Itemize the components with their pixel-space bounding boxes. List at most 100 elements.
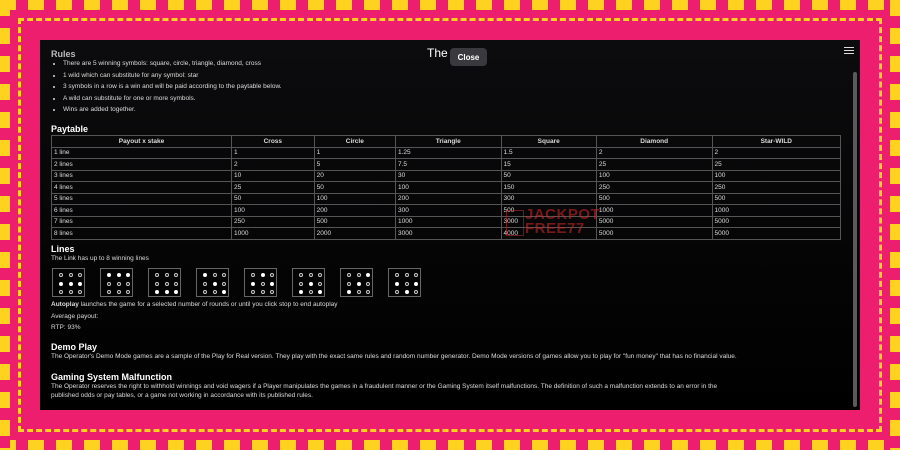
col-header: Star-WILD <box>711 135 842 148</box>
payout-cell: 25 <box>595 158 713 171</box>
paytable-row: 3 lines 10 20 30 50 100 100 <box>51 169 842 182</box>
line-dot-empty <box>251 290 255 294</box>
payout-cell: 50 <box>231 192 315 205</box>
line-dot-empty <box>270 290 274 294</box>
malfunction-heading: Gaming System Malfunction <box>51 372 173 382</box>
line-dot-filled <box>212 281 217 286</box>
line-dot-filled <box>395 281 399 286</box>
row-label: 4 lines <box>51 181 232 194</box>
line-dot-empty <box>126 290 130 294</box>
line-dot-empty <box>308 273 313 277</box>
paytable-heading: Paytable <box>51 124 89 134</box>
winning-line-pattern <box>340 268 373 297</box>
row-label: 7 lines <box>51 215 232 228</box>
line-dot-filled <box>78 281 82 286</box>
line-dot-filled <box>222 290 226 294</box>
payout-cell: 5 <box>313 158 396 171</box>
malfunction-text-line2: published odds or pay tables, or a game … <box>51 392 313 399</box>
line-dot-empty <box>59 273 63 277</box>
line-dot-empty <box>155 281 159 286</box>
rules-dialog: The Link Close Rules There are 5 winning… <box>40 40 860 410</box>
line-dot-empty <box>404 281 409 286</box>
line-dot-empty <box>59 290 63 294</box>
payout-cell: 15 <box>500 158 597 171</box>
lines-subtitle: The Link has up to 8 winning lines <box>51 255 149 262</box>
row-label: 2 lines <box>51 158 232 171</box>
paytable-row: 1 line 1 1 1.25 1.5 2 2 <box>51 146 842 159</box>
payout-cell: 7.5 <box>394 158 502 171</box>
watermark-logo: JACKPOT FREE77 <box>506 207 600 237</box>
payout-cell: 100 <box>394 181 502 194</box>
close-button[interactable]: Close <box>450 48 487 66</box>
payout-cell: 2000 <box>313 227 396 240</box>
line-dot-empty <box>116 281 121 286</box>
line-dot-empty <box>414 290 418 294</box>
line-dot-empty <box>395 273 399 277</box>
row-label: 1 line <box>51 146 232 159</box>
line-dot-empty <box>107 290 111 294</box>
line-dot-empty <box>222 273 226 277</box>
payout-cell: 1000 <box>595 204 713 217</box>
rule-item: 1 wild which can substitute for any symb… <box>63 71 282 83</box>
row-label: 6 lines <box>51 204 232 217</box>
col-header: Circle <box>313 135 396 148</box>
payout-cell: 1000 <box>394 215 502 228</box>
line-dot-empty <box>318 281 322 286</box>
malfunction-text-line1: The Operator reserves the right to withh… <box>51 383 718 390</box>
payout-cell: 500 <box>595 192 713 205</box>
row-label: 3 lines <box>51 169 232 182</box>
payout-cell: 10 <box>231 169 315 182</box>
line-dot-filled <box>203 273 207 277</box>
line-dot-filled <box>164 290 169 294</box>
payout-cell: 1000 <box>231 227 315 240</box>
line-dot-empty <box>299 273 303 277</box>
line-dot-empty <box>347 281 351 286</box>
rules-list: There are 5 winning symbols: square, cir… <box>51 59 282 117</box>
payout-cell: 5000 <box>711 227 842 240</box>
line-dot-empty <box>174 273 178 277</box>
line-dot-empty <box>164 281 169 286</box>
line-dot-empty <box>366 281 370 286</box>
line-dot-filled <box>116 273 121 277</box>
line-dot-empty <box>260 281 265 286</box>
winning-line-pattern <box>292 268 325 297</box>
payout-cell: 20 <box>313 169 396 182</box>
payout-cell: 1 <box>313 146 396 159</box>
paytable-row: 2 lines 2 5 7.5 15 25 25 <box>51 158 842 171</box>
vertical-scrollbar[interactable] <box>853 72 857 407</box>
payout-cell: 1.5 <box>500 146 597 159</box>
line-dot-empty <box>212 273 217 277</box>
rule-item: Wins are added together. <box>63 105 282 117</box>
line-dot-empty <box>356 290 361 294</box>
payout-cell: 100 <box>313 192 396 205</box>
line-dot-empty <box>404 273 409 277</box>
col-header: Cross <box>231 135 315 148</box>
frame-stripe-left <box>0 0 10 450</box>
line-dot-empty <box>78 273 82 277</box>
paytable-row: 7 lines 250 500 1000 3000 5000 5000 <box>51 215 842 228</box>
line-dot-empty <box>68 273 73 277</box>
col-header: Triangle <box>394 135 502 148</box>
winning-line-pattern <box>100 268 133 297</box>
line-dot-empty <box>203 290 207 294</box>
paytable: Payout x stake Cross Circle Triangle Squ… <box>51 135 842 240</box>
line-dot-empty <box>155 273 159 277</box>
payout-cell: 100 <box>595 169 713 182</box>
rtp-value: RTP: 93% <box>51 324 81 331</box>
payout-cell: 5000 <box>711 215 842 228</box>
watermark-line2: FREE77 <box>525 220 585 237</box>
winning-line-pattern <box>196 268 229 297</box>
line-dot-filled <box>414 281 418 286</box>
winning-line-pattern <box>244 268 277 297</box>
demo-play-heading: Demo Play <box>51 342 98 352</box>
winning-line-pattern <box>148 268 181 297</box>
hamburger-menu-icon[interactable] <box>844 45 854 56</box>
paytable-header-row: Payout x stake Cross Circle Triangle Squ… <box>51 135 842 148</box>
rule-item: There are 5 winning symbols: square, cir… <box>63 59 282 71</box>
slot-machine-icon <box>506 210 524 236</box>
line-dot-empty <box>68 290 73 294</box>
payout-cell: 30 <box>394 169 502 182</box>
line-dot-empty <box>203 281 207 286</box>
rules-heading: Rules <box>51 49 76 59</box>
line-dot-filled <box>68 281 73 286</box>
